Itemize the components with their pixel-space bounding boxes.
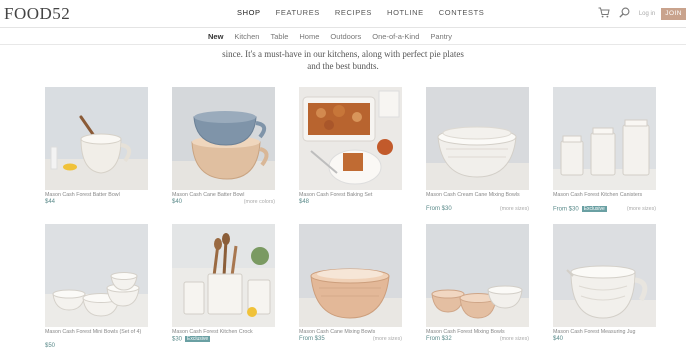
cart-icon[interactable] (598, 5, 610, 23)
search-icon[interactable] (619, 5, 630, 23)
product-name[interactable]: Mason Cash Cane Mixing Bowls (299, 329, 402, 335)
product-name[interactable]: Mason Cash Cane Batter Bowl (172, 192, 275, 198)
exclusive-badge: Exclusive (185, 336, 211, 342)
product-name[interactable]: Mason Cash Forest Kitchen Crock (172, 329, 275, 335)
more-sizes-link[interactable]: (more sizes) (500, 206, 529, 212)
product-price: From $35 (299, 336, 325, 342)
product-name[interactable]: Mason Cash Forest Mixing Bowls (426, 329, 529, 335)
intro-text: since. It's a must-have in our kitchens,… (0, 48, 686, 72)
product-image-forest-mini-bowls[interactable] (45, 224, 148, 327)
product-name[interactable]: Mason Cash Forest Kitchen Canisters (553, 192, 656, 198)
product-image-forest-measuring-jug[interactable] (553, 224, 656, 327)
nav-recipes[interactable]: RECIPES (335, 8, 372, 17)
top-bar: FOOD52 SHOP FEATURES RECIPES HOTLINE CON… (0, 0, 686, 28)
product-image-forest-batter-bowl[interactable] (45, 87, 148, 190)
product-name[interactable]: Mason Cash Forest Baking Set (299, 192, 402, 198)
price-value: $30 (172, 336, 183, 343)
product-price: From $32 (426, 336, 452, 342)
exclusive-badge: Exclusive (581, 206, 607, 212)
product-price: $50 (45, 343, 56, 349)
product-image-forest-mixing-bowls[interactable] (426, 224, 529, 327)
more-colors-link[interactable]: (more colors) (244, 199, 275, 205)
subnav-pantry[interactable]: Pantry (430, 32, 452, 41)
product-name[interactable]: Mason Cash Forest Measuring Jug (553, 329, 656, 335)
subnav-home[interactable]: Home (299, 32, 319, 41)
price-value: From $30 (553, 206, 579, 213)
subnav-outdoors[interactable]: Outdoors (330, 32, 361, 41)
nav-features[interactable]: FEATURES (276, 8, 320, 17)
subnav-new[interactable]: New (208, 32, 223, 41)
nav-contests[interactable]: CONTESTS (439, 8, 485, 17)
subnav-kitchen[interactable]: Kitchen (234, 32, 259, 41)
product-price: $40 (172, 199, 183, 205)
nav-shop[interactable]: SHOP (237, 8, 261, 17)
main-nav: SHOP FEATURES RECIPES HOTLINE CONTESTS (237, 8, 499, 17)
product-name[interactable]: Mason Cash Cream Cane Mixing Bowls (426, 192, 529, 198)
product-image-cane-mixing-bowls[interactable] (299, 224, 402, 327)
product-name[interactable]: Mason Cash Forest Mini Bowls (Set of 4) (45, 329, 148, 335)
login-link[interactable]: Log in (639, 11, 655, 17)
header-tools: Log in JOIN (598, 5, 686, 23)
subnav-table[interactable]: Table (270, 32, 288, 41)
product-image-forest-kitchen-canisters[interactable] (553, 87, 656, 190)
site-logo[interactable]: FOOD52 (4, 4, 70, 24)
product-price: $48 (299, 199, 310, 205)
product-price: From $30 (426, 206, 452, 212)
subnav-one-of-a-kind[interactable]: One-of-a-Kind (372, 32, 419, 41)
more-sizes-link[interactable]: (more sizes) (500, 336, 529, 342)
more-sizes-link[interactable]: (more sizes) (627, 206, 656, 212)
product-name[interactable]: Mason Cash Forest Batter Bowl (45, 192, 148, 198)
intro-line-1: since. It's a must-have in our kitchens,… (222, 49, 464, 59)
join-button[interactable]: JOIN (661, 8, 686, 20)
product-image-cane-batter-bowl[interactable] (172, 87, 275, 190)
product-price: From $30 Exclusive (553, 206, 607, 213)
product-image-forest-kitchen-crock[interactable] (172, 224, 275, 327)
nav-hotline[interactable]: HOTLINE (387, 8, 424, 17)
product-image-cream-cane-mixing-bowls[interactable] (426, 87, 529, 190)
sub-nav: New Kitchen Table Home Outdoors One-of-a… (0, 29, 686, 45)
product-price: $40 (553, 336, 564, 342)
product-price: $44 (45, 199, 56, 205)
product-price: $30 Exclusive (172, 336, 211, 343)
product-image-forest-baking-set[interactable] (299, 87, 402, 190)
intro-line-2: and the best bundts. (307, 61, 379, 71)
more-sizes-link[interactable]: (more sizes) (373, 336, 402, 342)
